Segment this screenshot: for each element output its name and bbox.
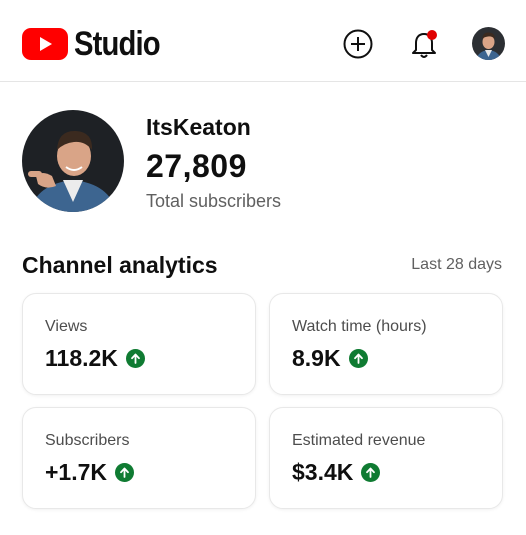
metric-label: Estimated revenue xyxy=(292,432,426,449)
subscriber-label: Total subscribers xyxy=(146,191,282,211)
trend-up-icon xyxy=(361,463,381,482)
channel-name: ItsKeaton xyxy=(146,114,251,140)
trend-up-icon xyxy=(115,463,135,482)
trend-up-icon xyxy=(348,349,368,368)
plus-circle-icon xyxy=(343,29,373,59)
metric-card-subscribers[interactable]: Subscribers +1.7K xyxy=(22,407,256,509)
subscriber-count: 27,809 xyxy=(146,148,247,184)
metric-value: 8.9K xyxy=(292,345,341,371)
notifications-button[interactable] xyxy=(408,27,440,61)
metric-card-watch-time[interactable]: Watch time (hours) 8.9K xyxy=(269,293,503,395)
studio-logo[interactable]: Studio xyxy=(22,27,174,61)
channel-analytics-section: Channel analytics Last 28 days Views 118… xyxy=(0,232,526,535)
youtube-play-icon xyxy=(22,28,68,60)
metric-label: Subscribers xyxy=(45,432,130,449)
app-name: Studio xyxy=(74,25,161,63)
metric-label: Watch time (hours) xyxy=(292,318,427,335)
top-app-bar: Studio xyxy=(0,0,526,82)
metric-card-revenue[interactable]: Estimated revenue $3.4K xyxy=(269,407,503,509)
avatar xyxy=(22,110,124,212)
channel-avatar[interactable] xyxy=(22,110,124,212)
section-title: Channel analytics xyxy=(22,252,218,278)
bell-icon xyxy=(412,30,437,58)
metric-value: +1.7K xyxy=(45,459,108,485)
metric-value: $3.4K xyxy=(292,459,354,485)
notification-dot xyxy=(427,30,437,40)
create-button[interactable] xyxy=(343,29,373,59)
period-label: Last 28 days xyxy=(411,256,502,273)
metric-value: 118.2K xyxy=(45,345,118,371)
channel-summary: ItsKeaton 27,809 Total subscribers xyxy=(0,82,526,232)
account-avatar[interactable] xyxy=(472,27,505,60)
trend-up-icon xyxy=(125,349,145,368)
metric-card-views[interactable]: Views 118.2K xyxy=(22,293,256,395)
avatar xyxy=(472,27,505,60)
metric-label: Views xyxy=(45,318,88,335)
